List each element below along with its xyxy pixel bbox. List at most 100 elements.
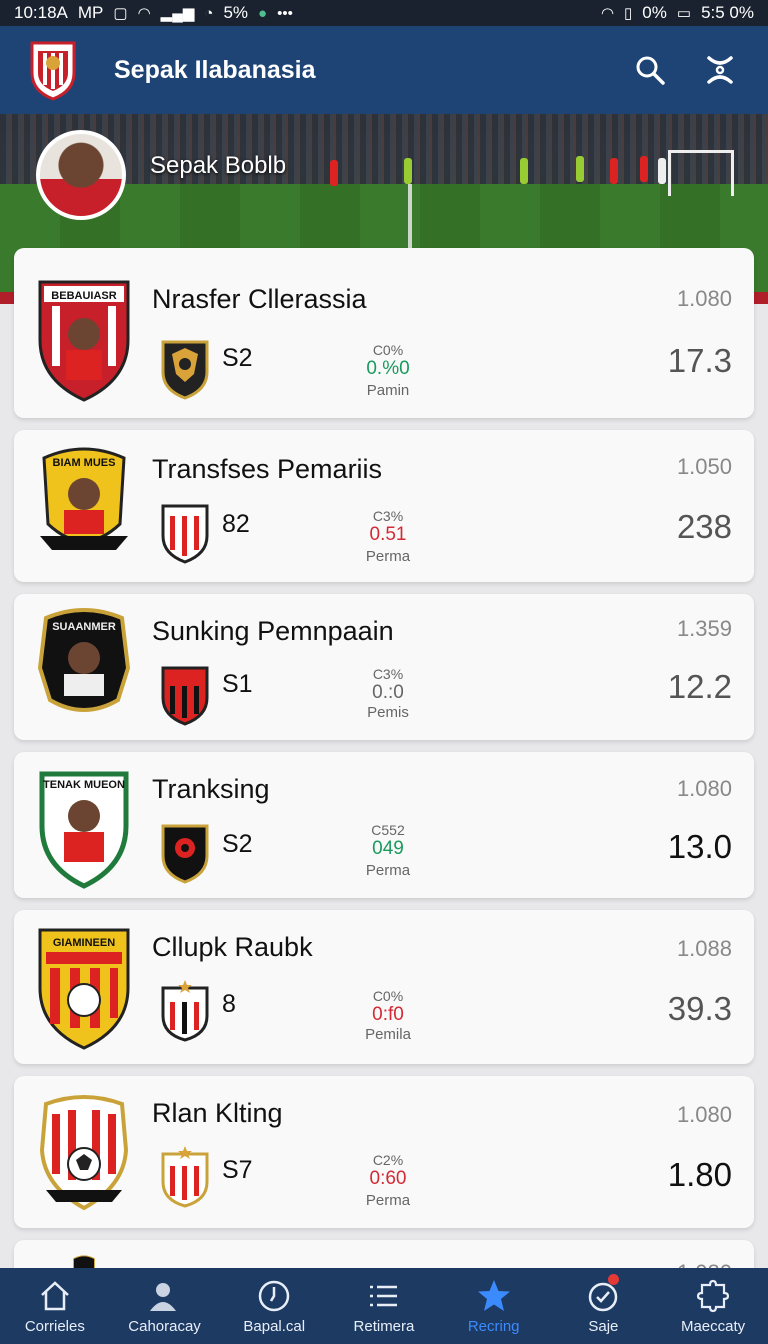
club-crest-icon: GIAMINEEN bbox=[38, 928, 130, 1050]
card-title: Nrasfer Cllerassia bbox=[152, 284, 367, 314]
crest-text: GIAMINEEN bbox=[53, 937, 115, 949]
user-icon bbox=[147, 1278, 183, 1314]
card-code: 8 bbox=[222, 990, 236, 1018]
app-header: Sepak Ilabanasia bbox=[0, 26, 768, 114]
card-percent: C552 bbox=[371, 822, 405, 838]
nav-item-saje[interactable]: Saje bbox=[551, 1274, 655, 1335]
player-figure bbox=[330, 160, 338, 186]
crest-text: BEBAUIASR bbox=[51, 290, 116, 302]
alarm-icon: ◔ bbox=[204, 4, 214, 22]
star-icon bbox=[476, 1278, 512, 1314]
nav-item-recring[interactable]: Recring bbox=[442, 1278, 546, 1335]
card-code: S1 bbox=[222, 670, 253, 698]
app-title: Sepak Ilabanasia bbox=[114, 55, 316, 84]
list-item[interactable]: Rlan Klting S7 C2% 0:60 Perma 1.080 1.80 bbox=[14, 1076, 754, 1228]
card-odds: 049 bbox=[372, 838, 404, 859]
card-main-value: 13.0 bbox=[667, 828, 732, 865]
status-left-text: MP bbox=[77, 3, 104, 22]
card-secondary-value: 1.088 bbox=[676, 936, 732, 961]
card-title: Tranksing bbox=[152, 774, 270, 804]
card-unit: Perma bbox=[365, 862, 411, 879]
card-code: 82 bbox=[222, 510, 250, 538]
status-time: 10:18A bbox=[14, 3, 68, 22]
card-percent: C0% bbox=[372, 342, 404, 358]
bottom-navigation: Corrieles Cahoracay Bapal.cal Retimera R… bbox=[0, 1268, 768, 1344]
search-icon[interactable] bbox=[630, 50, 670, 90]
nav-item-schedule[interactable]: Bapal.cal bbox=[222, 1278, 326, 1335]
club-crest-icon: BEBAUIASR bbox=[38, 280, 130, 402]
player-figure bbox=[576, 156, 584, 182]
card-unit: Pemila bbox=[365, 1026, 411, 1043]
card-odds: 0.:0 bbox=[372, 682, 404, 703]
hero-player-name: Sepak Boblb bbox=[150, 152, 287, 179]
card-title: Cllupk Raubk bbox=[152, 932, 313, 962]
nav-item-list[interactable]: Retimera bbox=[332, 1278, 436, 1335]
crest-text: TENAK MUEON bbox=[43, 779, 125, 791]
globe-icon: ● bbox=[258, 4, 268, 22]
card-title: Rlan Klting bbox=[152, 1098, 283, 1128]
card-code: S2 bbox=[222, 830, 253, 858]
card-code: S7 bbox=[222, 1156, 253, 1184]
team-badge-icon bbox=[161, 1146, 209, 1208]
card-unit: Perma bbox=[365, 548, 411, 565]
goal bbox=[668, 150, 734, 196]
status-battery-percent: 5:5 0% bbox=[701, 3, 754, 22]
list-item[interactable]: BIAM MUES Transfses Pemariis 82 C3% 0.51… bbox=[14, 430, 754, 582]
nav-item-home[interactable]: Corrieles bbox=[3, 1278, 107, 1335]
status-bar: 10:18A MP ▢ ◠ ▂▄▆ ◔ 5% ● ••• ◠ ▯ 0% ▭ 5:… bbox=[0, 0, 768, 26]
nav-label: Corrieles bbox=[24, 1318, 85, 1335]
more-icon: ••• bbox=[277, 4, 293, 22]
card-main-value: 238 bbox=[676, 508, 732, 545]
team-badge-icon bbox=[161, 504, 209, 564]
transfer-list: BEBAUIASR Nrasfer Cllerassia S2 C0% 0.%0… bbox=[14, 248, 754, 1312]
avatar[interactable] bbox=[36, 130, 126, 220]
team-badge-icon bbox=[161, 340, 209, 400]
nav-item-profile[interactable]: Cahoracay bbox=[113, 1278, 217, 1335]
player-figure bbox=[404, 158, 412, 184]
card-odds: 0:60 bbox=[369, 1168, 407, 1189]
player-figure bbox=[658, 158, 666, 184]
card-title: Transfses Pemariis bbox=[152, 454, 383, 484]
alarm-clock-icon bbox=[585, 1274, 621, 1314]
club-crest-icon: SUAANMER bbox=[37, 608, 131, 712]
card-percent: C2% bbox=[372, 1152, 404, 1168]
list-item[interactable]: TENAK MUEON Tranksing S2 C552 049 Perma … bbox=[14, 752, 754, 898]
team-badge-icon bbox=[161, 824, 209, 884]
card-unit: Perma bbox=[365, 1192, 411, 1209]
team-badge-icon bbox=[161, 980, 209, 1042]
nav-label: Bapal.cal bbox=[243, 1318, 306, 1335]
card-percent: C3% bbox=[372, 666, 404, 682]
list-item[interactable]: GIAMINEEN Cllupk Raubk 8 C0% 0:f0 Pemila… bbox=[14, 910, 754, 1064]
player-figure bbox=[520, 158, 528, 184]
card-unit: Pamin bbox=[366, 382, 410, 399]
card-odds: 0.51 bbox=[369, 524, 407, 545]
list-icon bbox=[366, 1278, 402, 1314]
home-icon bbox=[37, 1278, 73, 1314]
card-main-value: 1.80 bbox=[667, 1156, 732, 1193]
screenshot-icon: ▢ bbox=[113, 5, 128, 22]
nav-item-more[interactable]: Maeccaty bbox=[661, 1278, 765, 1335]
nav-label: Retimera bbox=[353, 1318, 415, 1335]
card-percent: C3% bbox=[372, 508, 404, 524]
battery-icon: ▭ bbox=[676, 5, 692, 22]
club-crest-icon: BIAM MUES bbox=[40, 447, 128, 550]
card-secondary-value: 1.050 bbox=[676, 454, 732, 479]
card-secondary-value: 1.080 bbox=[676, 1102, 732, 1127]
player-figure bbox=[610, 158, 618, 184]
puzzle-icon bbox=[695, 1278, 731, 1314]
close-icon[interactable] bbox=[700, 50, 740, 90]
card-odds: 0.%0 bbox=[366, 358, 410, 379]
clock-icon bbox=[256, 1278, 292, 1314]
list-item[interactable]: BEBAUIASR Nrasfer Cllerassia S2 C0% 0.%0… bbox=[14, 248, 754, 418]
nav-label: Saje bbox=[588, 1318, 619, 1335]
signal-icon: ▂▄▆ bbox=[160, 5, 195, 22]
club-crest-icon bbox=[39, 1095, 129, 1211]
nav-label: Recring bbox=[467, 1318, 520, 1335]
list-item[interactable]: SUAANMER Sunking Pemnpaain S1 C3% 0.:0 P… bbox=[14, 594, 754, 740]
crest-text: BIAM MUES bbox=[53, 457, 116, 469]
card-code: S2 bbox=[222, 344, 253, 372]
card-main-value: 17.3 bbox=[667, 342, 732, 379]
vibrate-icon: ▯ bbox=[624, 5, 633, 22]
club-crest-icon: TENAK MUEON bbox=[39, 771, 129, 889]
wifi-icon: ◠ bbox=[137, 5, 151, 22]
